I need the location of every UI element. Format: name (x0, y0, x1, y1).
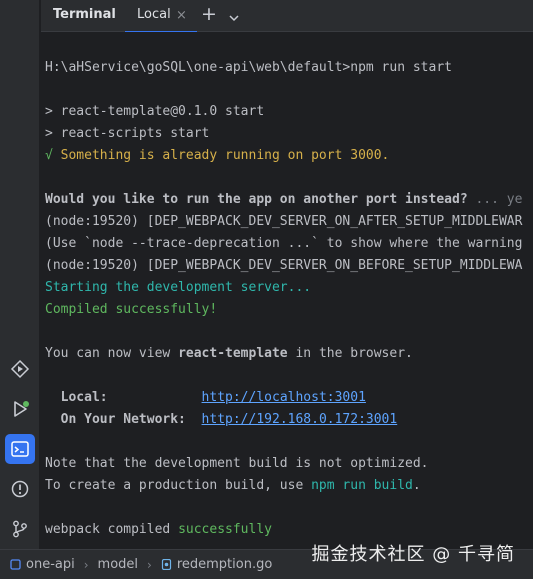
breadcrumb-item-folder[interactable]: model (98, 557, 138, 572)
terminal-line: (Use `node --trace-deprecation ...` to s… (45, 236, 523, 251)
watermark-text: 掘金技术社区 @ 千寻简 (311, 544, 515, 565)
chevron-down-icon[interactable] (228, 9, 240, 28)
tool-window-strip (0, 0, 40, 549)
question-tail: ... ye (467, 192, 523, 207)
breadcrumb-label: one-api (26, 557, 75, 572)
question-text: Would you like to run the app on another… (45, 192, 468, 207)
view-text: You can now view (45, 346, 179, 361)
webpack-text: webpack compiled (45, 522, 179, 537)
services-button[interactable] (5, 354, 35, 384)
terminal-line: H:\aHService\goSQL\one-api\web\default>n… (45, 60, 452, 75)
terminal-line: On Your Network: http://192.168.0.172:30… (45, 409, 398, 431)
terminal-line: Would you like to run the app on another… (45, 189, 522, 211)
terminal-button[interactable] (5, 434, 35, 464)
local-url-link[interactable]: http://localhost:3001 (202, 390, 366, 405)
terminal-line: √ Something is already running on port 3… (45, 145, 389, 167)
terminal-line: > react-scripts start (45, 126, 210, 141)
run-icon (14, 401, 29, 417)
go-file-icon (161, 559, 171, 570)
breadcrumb-label: model (97, 557, 139, 572)
terminal-icon (11, 441, 29, 457)
terminal-tab-bar: Terminal Local × + (41, 0, 533, 33)
run-button[interactable] (5, 394, 35, 424)
chevron-right-icon: › (147, 557, 152, 572)
tool-window-title: Terminal (53, 7, 116, 22)
problems-icon (11, 480, 29, 498)
terminal-line: Starting the development server... (45, 280, 312, 295)
breadcrumb-label: redemption.go (176, 557, 273, 572)
app-name: react-template (178, 346, 288, 361)
terminal-line: Compiled successfully! (45, 302, 218, 317)
terminal-line: (node:19520) [DEP_WEBPACK_DEV_SERVER_ON_… (45, 214, 523, 229)
problems-button[interactable] (5, 474, 35, 504)
breadcrumb-item-file[interactable]: redemption.go (161, 557, 272, 572)
terminal-line: Note that the development build is not o… (45, 456, 429, 471)
module-icon (10, 559, 21, 570)
prod-command: npm run build (311, 478, 413, 493)
chevron-right-icon: › (83, 557, 89, 572)
prod-text-tail: . (412, 478, 421, 493)
port-message: Something is already running on port 300… (52, 148, 390, 163)
local-label: Local: (45, 390, 202, 405)
tab-local-label: Local (137, 7, 171, 22)
prod-text: To create a production build, use (45, 478, 312, 493)
tab-local[interactable]: Local × (125, 0, 197, 33)
check-mark: √ (45, 148, 53, 163)
network-label: On Your Network: (45, 412, 202, 427)
breadcrumb-item-project[interactable]: one-api (10, 557, 75, 572)
terminal-line: Local: http://localhost:3001 (45, 387, 366, 409)
git-button[interactable] (5, 514, 35, 544)
terminal-line: You can now view react-template in the b… (45, 343, 413, 365)
terminal-line: To create a production build, use npm ru… (45, 475, 421, 497)
view-text-tail: in the browser. (287, 346, 413, 361)
network-url-link[interactable]: http://192.168.0.172:3001 (202, 412, 398, 427)
terminal-line: > react-template@0.1.0 start (45, 104, 265, 119)
new-tab-button[interactable]: + (201, 4, 217, 24)
terminal-line: webpack compiled successfully (45, 519, 272, 541)
terminal-output[interactable]: H:\aHService\goSQL\one-api\web\default>n… (41, 32, 533, 549)
git-icon (13, 520, 27, 538)
webpack-status: successfully (178, 522, 272, 537)
services-icon (10, 359, 30, 379)
terminal-line: (node:19520) [DEP_WEBPACK_DEV_SERVER_ON_… (45, 258, 523, 273)
close-icon[interactable]: × (176, 8, 187, 23)
